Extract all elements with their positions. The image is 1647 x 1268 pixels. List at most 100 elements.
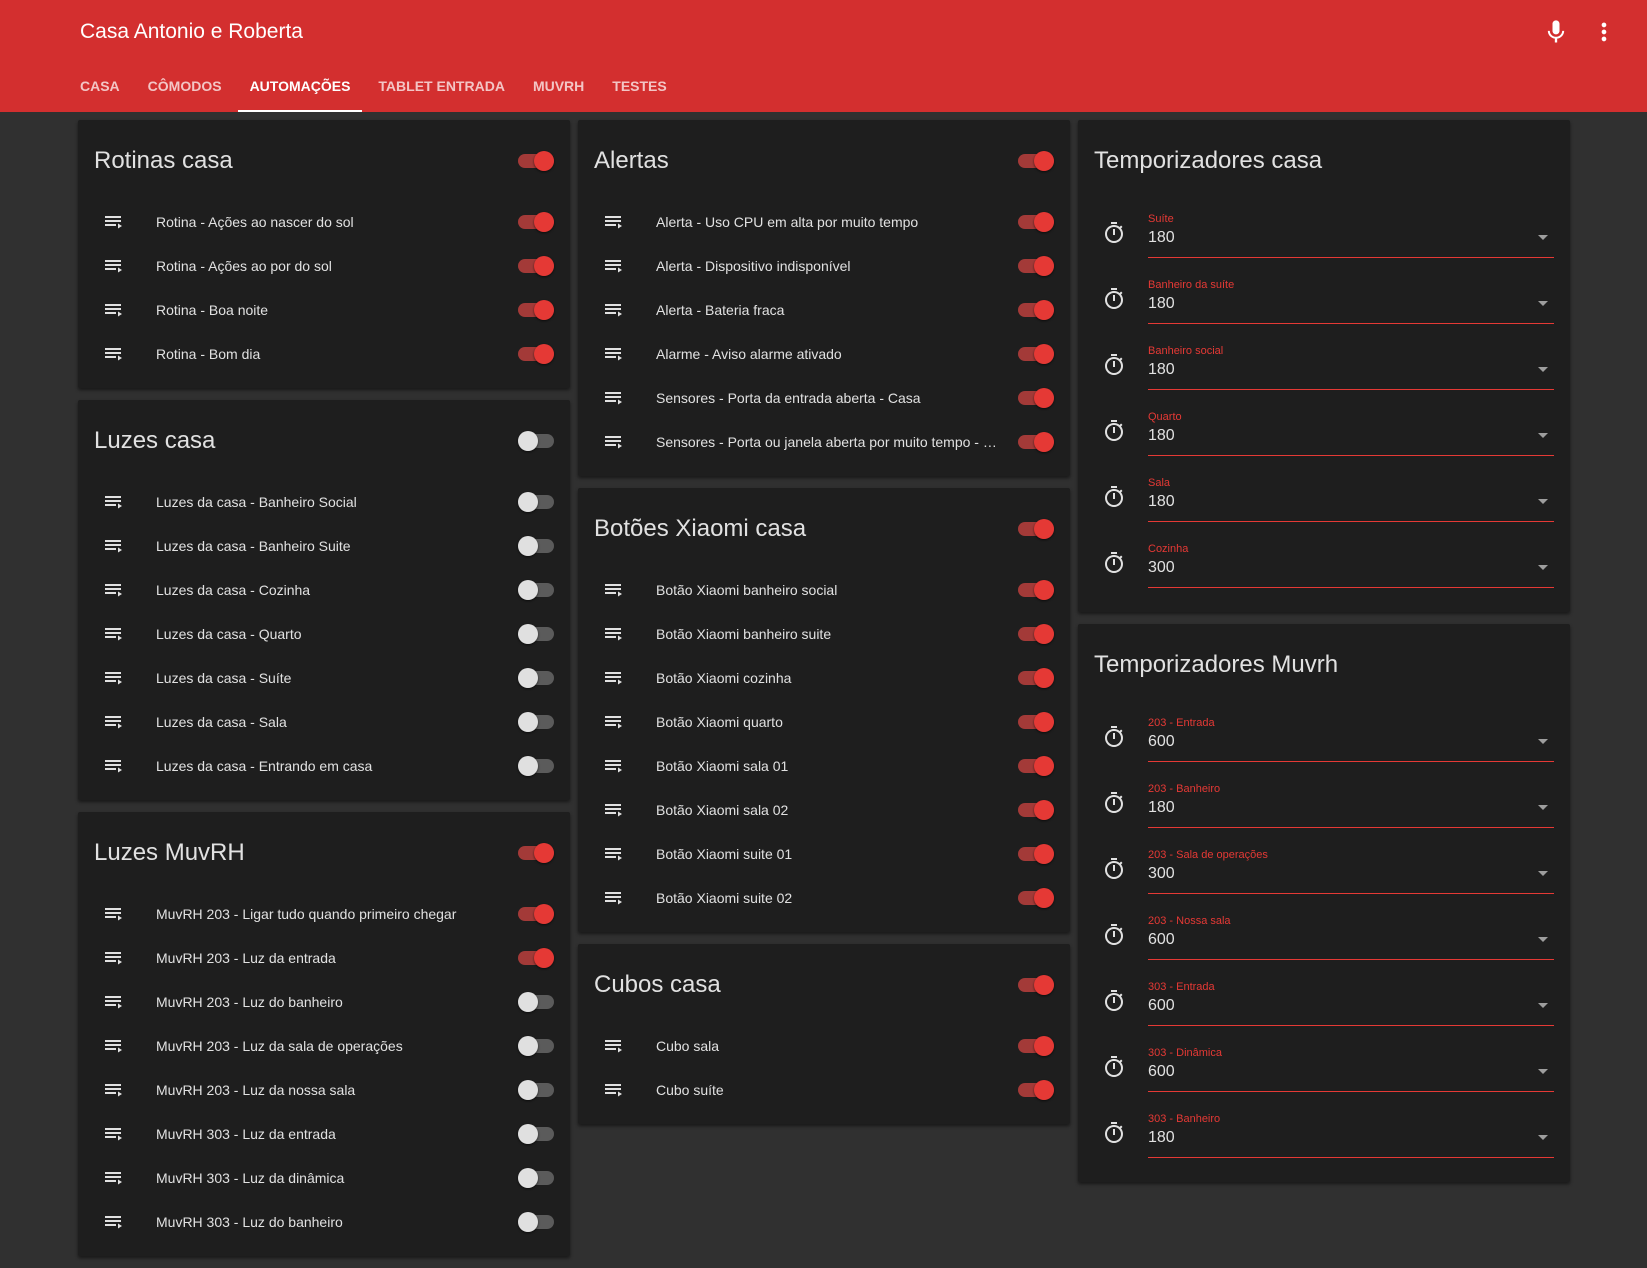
automation-toggle[interactable] [518, 536, 554, 556]
automation-toggle[interactable] [518, 580, 554, 600]
timer-select[interactable]: Suíte 180 [1148, 209, 1554, 258]
automation-toggle[interactable] [1018, 800, 1054, 820]
timer-row: Cozinha 300 [1094, 530, 1554, 596]
automation-toggle[interactable] [1018, 624, 1054, 644]
automation-label: Botão Xiaomi banheiro suite [656, 626, 832, 642]
playlist-play-icon [605, 848, 622, 861]
automation-label: MuvRH 203 - Luz da nossa sala [156, 1082, 356, 1098]
timer-select[interactable]: 203 - Banheiro 180 [1148, 779, 1554, 828]
card-master-toggle[interactable] [1018, 519, 1054, 539]
timer-row: 203 - Sala de operações 300 [1094, 836, 1554, 902]
card-master-toggle[interactable] [1018, 975, 1054, 995]
tab-testes[interactable]: TESTES [600, 68, 678, 112]
automation-toggle[interactable] [518, 624, 554, 644]
automation-toggle[interactable] [518, 668, 554, 688]
automation-row: Botão Xiaomi banheiro suite [594, 612, 1054, 656]
timer-select[interactable]: 303 - Dinâmica 600 [1148, 1043, 1554, 1092]
automation-toggle[interactable] [518, 756, 554, 776]
automation-label: Luzes da casa - Sala [156, 714, 287, 730]
playlist-play-icon [105, 628, 122, 641]
automation-toggle[interactable] [1018, 212, 1054, 232]
automation-toggle[interactable] [518, 948, 554, 968]
tab-comodos[interactable]: CÔMODOS [136, 68, 234, 112]
automation-toggle[interactable] [518, 300, 554, 320]
dropdown-arrow-icon [1538, 738, 1548, 744]
automation-toggle[interactable] [1018, 580, 1054, 600]
automation-toggle[interactable] [1018, 1080, 1054, 1100]
automation-toggle[interactable] [1018, 1036, 1054, 1056]
timer-select[interactable]: Sala 180 [1148, 473, 1554, 522]
automation-toggle[interactable] [518, 492, 554, 512]
automation-label: Botão Xiaomi suite 01 [656, 846, 793, 862]
card-title: Temporizadores Muvrh [1094, 651, 1339, 678]
automation-toggle[interactable] [1018, 256, 1054, 276]
automation-toggle[interactable] [518, 1168, 554, 1188]
automation-toggle[interactable] [518, 344, 554, 364]
card-master-toggle[interactable] [1018, 151, 1054, 171]
card-master-toggle[interactable] [518, 431, 554, 451]
automation-toggle[interactable] [518, 212, 554, 232]
toggle-thumb [518, 712, 538, 732]
card-header: Luzes casa [94, 400, 554, 480]
automation-toggle[interactable] [518, 1080, 554, 1100]
more-vert-icon[interactable] [1590, 18, 1618, 46]
automation-toggle[interactable] [518, 1212, 554, 1232]
automation-toggle[interactable] [518, 256, 554, 276]
card-header: Luzes MuvRH [94, 812, 554, 892]
timer-select[interactable]: Cozinha 300 [1148, 539, 1554, 588]
timer-icon [1105, 726, 1123, 747]
automation-toggle[interactable] [1018, 888, 1054, 908]
automation-label: MuvRH 203 - Luz da sala de operações [156, 1038, 403, 1054]
column-2: Alertas Alerta - Uso CPU em alta por muit… [578, 120, 1070, 1136]
automation-row: Luzes da casa - Banheiro Social [94, 480, 554, 524]
automation-row: MuvRH 303 - Luz da dinâmica [94, 1156, 554, 1200]
dropdown-arrow-icon [1538, 300, 1548, 306]
automation-toggle[interactable] [518, 712, 554, 732]
automation-label: MuvRH 303 - Luz da dinâmica [156, 1170, 345, 1186]
automation-toggle[interactable] [1018, 844, 1054, 864]
card-master-toggle[interactable] [518, 151, 554, 171]
timer-label: 203 - Banheiro [1148, 782, 1221, 795]
timer-select[interactable]: 203 - Entrada 600 [1148, 713, 1554, 762]
timer-select[interactable]: Quarto 180 [1148, 407, 1554, 456]
timer-select[interactable]: 303 - Banheiro 180 [1148, 1109, 1554, 1158]
automation-toggle[interactable] [1018, 668, 1054, 688]
card-alertas: Alertas Alerta - Uso CPU em alta por muit… [578, 120, 1070, 476]
timer-value: 300 [1148, 558, 1175, 576]
automation-toggle[interactable] [518, 904, 554, 924]
automation-toggle[interactable] [518, 992, 554, 1012]
toggle-thumb [1034, 256, 1054, 276]
microphone-icon[interactable] [1542, 18, 1570, 46]
timer-select[interactable]: 203 - Nossa sala 600 [1148, 911, 1554, 960]
timer-select[interactable]: 303 - Entrada 600 [1148, 977, 1554, 1026]
automation-toggle[interactable] [518, 1124, 554, 1144]
automation-row: Luzes da casa - Sala [94, 700, 554, 744]
automation-label: Luzes da casa - Cozinha [156, 582, 311, 598]
tab-muvrh[interactable]: MUVRH [521, 68, 596, 112]
timer-select[interactable]: Banheiro social 180 [1148, 341, 1554, 390]
automation-toggle[interactable] [1018, 300, 1054, 320]
timer-icon [1105, 288, 1123, 309]
tab-tablet-entrada[interactable]: TABLET ENTRADA [366, 68, 517, 112]
timer-select[interactable]: 203 - Sala de operações 300 [1148, 845, 1554, 894]
playlist-play-icon [105, 496, 122, 509]
toggle-thumb [1034, 300, 1054, 320]
dropdown-arrow-icon [1538, 870, 1548, 876]
automation-toggle[interactable] [1018, 712, 1054, 732]
timer-row: 303 - Dinâmica 600 [1094, 1034, 1554, 1100]
automation-toggle[interactable] [1018, 432, 1054, 452]
dropdown-arrow-icon [1538, 432, 1548, 438]
automation-toggle[interactable] [1018, 388, 1054, 408]
automation-toggle[interactable] [518, 1036, 554, 1056]
tab-casa[interactable]: CASA [68, 68, 132, 112]
tab-automacoes[interactable]: AUTOMAÇÕES [237, 68, 363, 112]
automation-row: MuvRH 303 - Luz do banheiro [94, 1200, 554, 1244]
timer-row: 303 - Banheiro 180 [1094, 1100, 1554, 1166]
timer-select[interactable]: Banheiro da suíte 180 [1148, 275, 1554, 324]
automation-toggle[interactable] [1018, 344, 1054, 364]
card-master-toggle[interactable] [518, 843, 554, 863]
automation-row: MuvRH 303 - Luz da entrada [94, 1112, 554, 1156]
dropdown-arrow-icon [1538, 498, 1548, 504]
automation-toggle[interactable] [1018, 756, 1054, 776]
timer-row: 303 - Entrada 600 [1094, 968, 1554, 1034]
